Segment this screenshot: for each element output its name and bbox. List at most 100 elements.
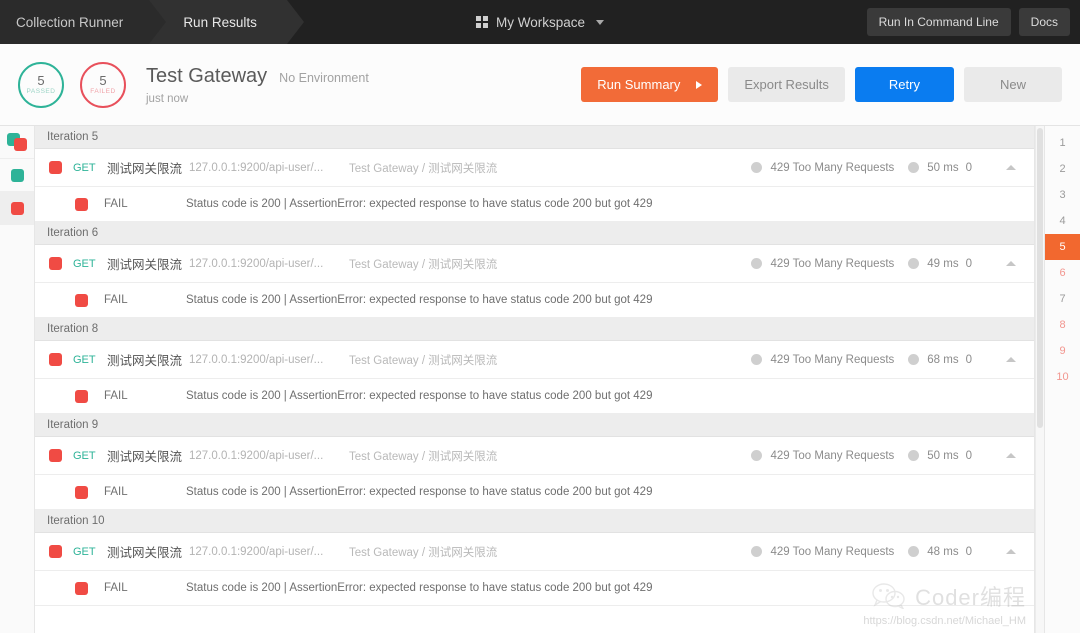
response-time: 48 ms	[927, 545, 959, 558]
request-method: GET	[73, 545, 96, 558]
response-time: 49 ms	[927, 257, 959, 270]
request-method: GET	[73, 449, 96, 462]
request-row[interactable]: GET 测试网关限流 127.0.0.1:9200/api-user/... Test…	[35, 533, 1034, 571]
assertion-status-square-icon	[75, 389, 88, 403]
request-method: GET	[73, 257, 96, 270]
response-status: 429 Too Many Requests	[770, 545, 895, 558]
status-dot-icon	[751, 162, 763, 173]
chevron-up-icon[interactable]	[1006, 453, 1016, 458]
results-list[interactable]: Iteration 5 GET 测试网关限流 127.0.0.1:9200/api-u…	[35, 126, 1035, 633]
assertion-message: Status code is 200 | AssertionError: exp…	[186, 198, 653, 210]
iteration-index-item[interactable]: 1	[1045, 130, 1080, 156]
iteration-header: Iteration 9	[35, 414, 1034, 437]
docs-button[interactable]: Docs	[1018, 8, 1070, 36]
results-scrollbar[interactable]	[1035, 126, 1044, 633]
filter-failed[interactable]	[0, 192, 34, 225]
iteration-index-item[interactable]: 3	[1045, 182, 1080, 208]
iteration-index-item[interactable]: 9	[1045, 338, 1080, 364]
assertion-status-square-icon	[75, 485, 88, 499]
filter-passed[interactable]	[0, 159, 34, 192]
iteration-header: Iteration 8	[35, 318, 1034, 341]
request-name: 测试网关限流	[107, 258, 183, 272]
chevron-up-icon[interactable]	[1006, 165, 1016, 170]
results-body: Iteration 5 GET 测试网关限流 127.0.0.1:9200/api-u…	[0, 126, 1080, 633]
header-actions: Run In Command Line Docs	[866, 0, 1080, 44]
assertion-result-label: FAIL	[104, 486, 128, 498]
iteration-index-item[interactable]: 2	[1045, 156, 1080, 182]
chevron-up-icon[interactable]	[1006, 261, 1016, 266]
failed-square-icon	[10, 201, 24, 215]
summary-actions: Run Summary Export Results Retry New	[581, 67, 1062, 102]
iteration-index-item[interactable]: 10	[1045, 364, 1080, 390]
run-meta: Test Gateway No Environment just now	[146, 65, 369, 105]
breadcrumb-collection-runner[interactable]: Collection Runner	[0, 0, 167, 44]
request-url: 127.0.0.1:9200/api-user/...	[189, 161, 324, 174]
request-folder-path: Test Gateway / 测试网关限流	[349, 258, 498, 271]
request-name: 测试网关限流	[107, 546, 183, 560]
request-url: 127.0.0.1:9200/api-user/...	[189, 353, 324, 366]
run-timestamp: just now	[146, 92, 189, 105]
iteration-index-item[interactable]: 6	[1045, 260, 1080, 286]
request-row[interactable]: GET 测试网关限流 127.0.0.1:9200/api-user/... Test…	[35, 437, 1034, 475]
scrollbar-thumb[interactable]	[1037, 128, 1043, 428]
new-run-button[interactable]: New	[963, 67, 1062, 102]
assertion-message: Status code is 200 | AssertionError: exp…	[186, 582, 653, 594]
assertion-status-square-icon	[75, 197, 88, 211]
export-results-button[interactable]: Export Results	[728, 67, 845, 102]
time-dot-icon	[908, 162, 920, 173]
time-dot-icon	[908, 546, 920, 557]
grid-icon	[475, 16, 488, 28]
response-status: 429 Too Many Requests	[770, 353, 895, 366]
iteration-index-item[interactable]: 7	[1045, 286, 1080, 312]
workspace-selector[interactable]: My Workspace	[475, 0, 605, 44]
status-dot-icon	[751, 354, 763, 365]
iteration-header: Iteration 6	[35, 222, 1034, 245]
retry-button[interactable]: Retry	[854, 67, 954, 102]
assertion-result-label: FAIL	[104, 294, 128, 306]
request-meta: 429 Too Many Requests 49 ms 0	[751, 258, 1034, 270]
response-time: 50 ms	[927, 449, 959, 462]
request-meta: 429 Too Many Requests 50 ms 0	[751, 162, 1034, 174]
breadcrumb-run-results[interactable]: Run Results	[149, 0, 304, 44]
run-summary-button[interactable]: Run Summary	[581, 67, 719, 102]
request-row[interactable]: GET 测试网关限流 127.0.0.1:9200/api-user/... Test…	[35, 149, 1034, 187]
request-row[interactable]: GET 测试网关限流 127.0.0.1:9200/api-user/... Test…	[35, 245, 1034, 283]
request-meta: 429 Too Many Requests 68 ms 0	[751, 354, 1034, 366]
response-size: 0	[965, 449, 972, 462]
response-size: 0	[965, 545, 972, 558]
run-in-command-line-button[interactable]: Run In Command Line	[866, 8, 1011, 36]
failed-count: 5	[99, 73, 107, 89]
response-time: 50 ms	[927, 161, 959, 174]
request-meta: 429 Too Many Requests 50 ms 0	[751, 450, 1034, 462]
request-status-square-icon	[49, 257, 62, 270]
iteration-index-item[interactable]: 5	[1045, 234, 1080, 260]
iteration-index-item[interactable]: 8	[1045, 312, 1080, 338]
play-triangle-icon	[696, 80, 703, 89]
passed-count: 5	[37, 73, 45, 89]
breadcrumb-collection-runner-label: Collection Runner	[16, 14, 124, 30]
chevron-down-icon	[596, 19, 605, 25]
request-url: 127.0.0.1:9200/api-user/...	[189, 257, 324, 270]
request-row[interactable]: GET 测试网关限流 127.0.0.1:9200/api-user/... Test…	[35, 341, 1034, 379]
chevron-up-icon[interactable]	[1006, 549, 1016, 554]
filter-all[interactable]	[0, 126, 34, 159]
assertion-row: FAIL Status code is 200 | AssertionError:…	[35, 283, 1034, 318]
environment-label: No Environment	[279, 70, 369, 85]
assertion-row: FAIL Status code is 200 | AssertionError:…	[35, 475, 1034, 510]
response-status: 429 Too Many Requests	[770, 257, 895, 270]
assertion-result-label: FAIL	[104, 198, 128, 210]
status-dot-icon	[751, 546, 763, 557]
passed-counter: 5 PASSED	[18, 61, 64, 108]
assertion-message: Status code is 200 | AssertionError: exp…	[186, 390, 653, 402]
iteration-index-item[interactable]: 4	[1045, 208, 1080, 234]
status-dot-icon	[751, 450, 763, 461]
assertion-status-square-icon	[75, 581, 88, 595]
chevron-up-icon[interactable]	[1006, 357, 1016, 362]
assertion-message: Status code is 200 | AssertionError: exp…	[186, 294, 653, 306]
response-size: 0	[965, 353, 972, 366]
response-size: 0	[965, 161, 972, 174]
iteration-header: Iteration 10	[35, 510, 1034, 533]
response-size: 0	[965, 257, 972, 270]
failed-counter: 5 FAILED	[80, 61, 126, 108]
request-method: GET	[73, 353, 96, 366]
